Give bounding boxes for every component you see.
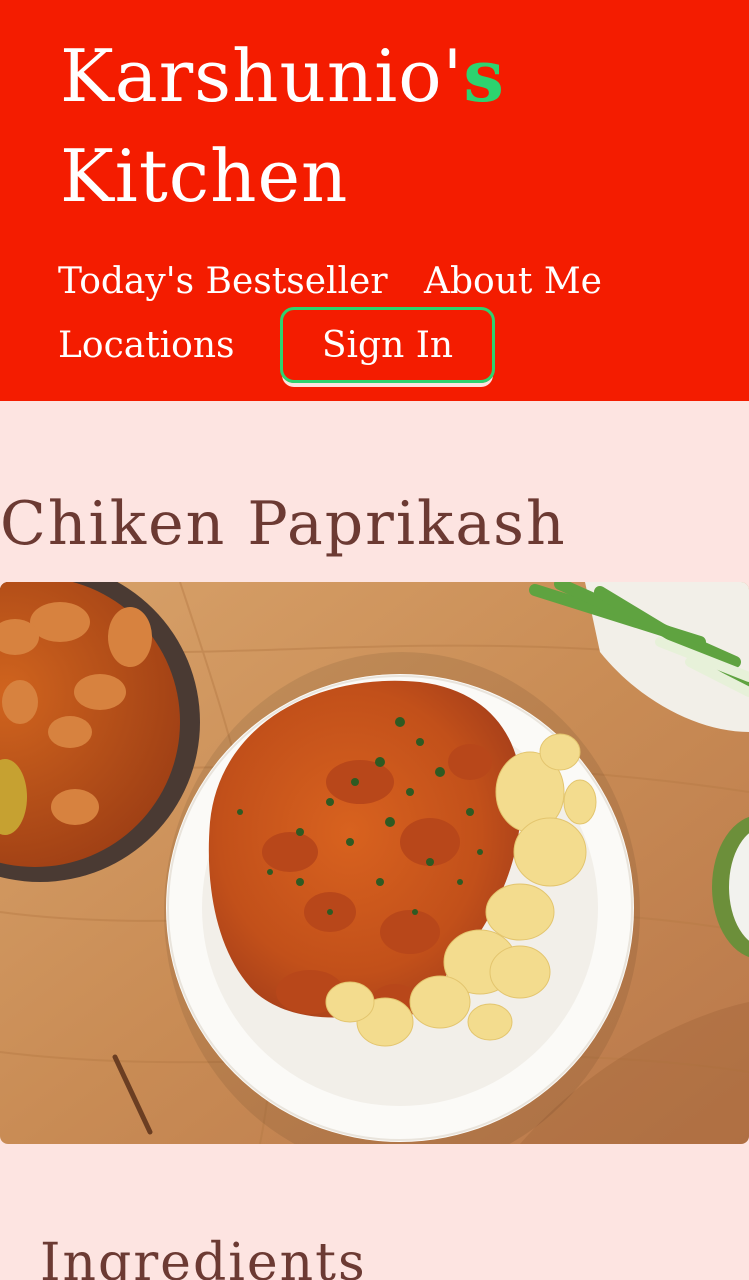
brand-accent: s [463,33,505,118]
recipe-title: Chiken Paprikash [0,489,567,559]
nav-link-about-me[interactable]: About Me [424,260,602,304]
brand-title[interactable]: Karshunio's Kitchen [60,26,505,226]
sign-in-button[interactable]: Sign In [280,307,495,383]
brand-main: Karshunio' [60,34,464,118]
ingredients-heading: Ingredients [40,1233,367,1280]
food-photo-icon [0,582,749,1144]
nav-link-locations[interactable]: Locations [58,324,235,368]
nav-link-bestseller[interactable]: Today's Bestseller [58,260,388,304]
site-header: Karshunio's Kitchen Today's Bestseller A… [0,0,749,401]
brand-line2: Kitchen [60,134,349,218]
recipe-hero-image [0,582,749,1144]
